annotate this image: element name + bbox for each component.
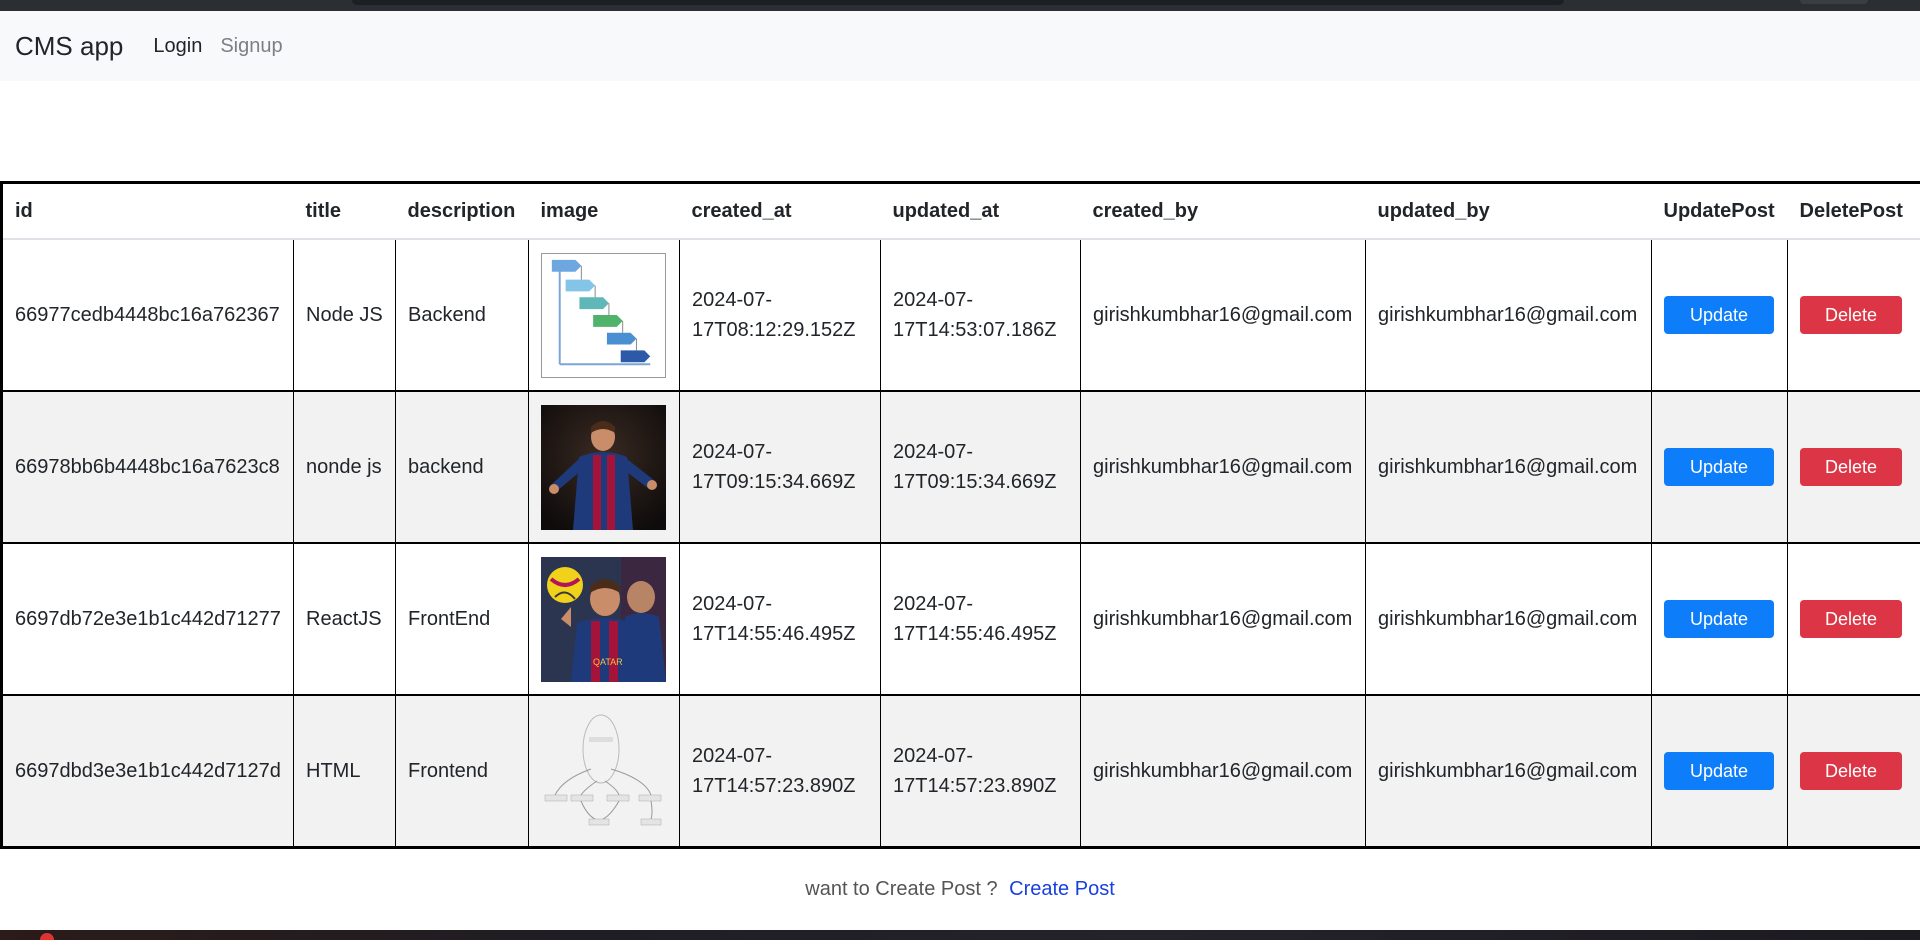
cell-created-at: 2024-07-17T14:57:23.890Z	[679, 694, 881, 848]
cell-updated-by: girishkumbhar16@gmail.com	[1365, 542, 1652, 695]
cell-delete-post: Delete	[1787, 238, 1920, 391]
cell-update-post: Update	[1651, 238, 1788, 391]
cell-update-post: Update	[1651, 694, 1788, 848]
cell-image	[528, 694, 680, 848]
football-player-with-ball-image: QATAR	[541, 556, 666, 682]
cell-created-by: girishkumbhar16@gmail.com	[1080, 390, 1366, 543]
update-button[interactable]: Update	[1664, 296, 1774, 334]
column-header-title: title	[293, 182, 396, 240]
cell-created-at: 2024-07-17T14:55:46.495Z	[679, 542, 881, 695]
tree-diagram-image	[541, 708, 666, 834]
cell-id: 66977cedb4448bc16a762367	[1, 238, 294, 391]
cell-description: FrontEnd	[395, 542, 529, 695]
cell-delete-post: Delete	[1787, 390, 1920, 543]
create-post-prompt: want to Create Post ? Create Post	[0, 878, 1920, 901]
delete-button[interactable]: Delete	[1800, 448, 1902, 486]
cell-updated-by: girishkumbhar16@gmail.com	[1365, 238, 1652, 391]
table-header-row: id title description image created_at up…	[1, 182, 1920, 240]
cell-updated-at: 2024-07-17T09:15:34.669Z	[880, 390, 1081, 543]
cell-title: HTML	[293, 694, 396, 848]
svg-text:QATAR: QATAR	[593, 657, 623, 667]
create-post-link[interactable]: Create Post	[1009, 878, 1115, 900]
cell-created-at: 2024-07-17T09:15:34.669Z	[679, 390, 881, 543]
cell-created-by: girishkumbhar16@gmail.com	[1080, 542, 1366, 695]
nav-login-link[interactable]: Login	[153, 35, 202, 58]
delete-button[interactable]: Delete	[1800, 296, 1902, 334]
cell-image	[528, 238, 680, 391]
cell-title: ReactJS	[293, 542, 396, 695]
update-button[interactable]: Update	[1664, 448, 1774, 486]
cell-updated-at: 2024-07-17T14:55:46.495Z	[880, 542, 1081, 695]
cell-delete-post: Delete	[1787, 542, 1920, 695]
column-header-created-at: created_at	[679, 182, 881, 240]
column-header-update-post: UpdatePost	[1651, 182, 1788, 240]
table-row: 66977cedb4448bc16a762367 Node JS Backend	[1, 238, 1920, 391]
table-row: 66978bb6b4448bc16a7623c8 nonde js backen…	[1, 390, 1920, 543]
taskbar-app-icon[interactable]	[40, 933, 54, 940]
posts-table: id title description image created_at up…	[0, 181, 1920, 849]
column-header-created-by: created_by	[1080, 182, 1366, 240]
column-header-updated-by: updated_by	[1365, 182, 1652, 240]
update-button[interactable]: Update	[1664, 752, 1774, 790]
cell-updated-by: girishkumbhar16@gmail.com	[1365, 694, 1652, 848]
nav-signup-link[interactable]: Signup	[220, 35, 282, 58]
cell-title: Node JS	[293, 238, 396, 391]
cell-created-by: girishkumbhar16@gmail.com	[1080, 238, 1366, 391]
cell-id: 6697dbd3e3e1b1c442d7127d	[1, 694, 294, 848]
cell-updated-at: 2024-07-17T14:53:07.186Z	[880, 238, 1081, 391]
cell-description: backend	[395, 390, 529, 543]
column-header-updated-at: updated_at	[880, 182, 1081, 240]
column-header-description: description	[395, 182, 529, 240]
update-button[interactable]: Update	[1664, 600, 1774, 638]
delete-button[interactable]: Delete	[1800, 752, 1902, 790]
taskbar	[0, 930, 1920, 940]
football-player-image	[541, 404, 666, 530]
cell-image: QATAR	[528, 542, 680, 695]
column-header-image: image	[528, 182, 680, 240]
cell-id: 6697db72e3e1b1c442d71277	[1, 542, 294, 695]
navbar: CMS app Login Signup	[0, 11, 1920, 81]
column-header-id: id	[1, 182, 294, 240]
table-row: 6697dbd3e3e1b1c442d7127d HTML Frontend 2…	[1, 694, 1920, 848]
cell-update-post: Update	[1651, 390, 1788, 543]
cell-updated-by: girishkumbhar16@gmail.com	[1365, 390, 1652, 543]
brand-link[interactable]: CMS app	[15, 31, 123, 62]
browser-control[interactable]	[1800, 0, 1868, 4]
waterfall-diagram-image	[541, 252, 666, 378]
create-post-question: want to Create Post ?	[805, 878, 998, 900]
cell-id: 66978bb6b4448bc16a7623c8	[1, 390, 294, 543]
cell-description: Frontend	[395, 694, 529, 848]
delete-button[interactable]: Delete	[1800, 600, 1902, 638]
cell-delete-post: Delete	[1787, 694, 1920, 848]
cell-updated-at: 2024-07-17T14:57:23.890Z	[880, 694, 1081, 848]
browser-top-bar	[0, 0, 1920, 11]
table-row: 6697db72e3e1b1c442d71277 ReactJS FrontEn…	[1, 542, 1920, 695]
column-header-delete-post: DeletePost	[1787, 182, 1920, 240]
cell-created-at: 2024-07-17T08:12:29.152Z	[679, 238, 881, 391]
cell-description: Backend	[395, 238, 529, 391]
cell-created-by: girishkumbhar16@gmail.com	[1080, 694, 1366, 848]
browser-address-bar[interactable]	[352, 0, 1564, 5]
cell-title: nonde js	[293, 390, 396, 543]
cell-update-post: Update	[1651, 542, 1788, 695]
cell-image	[528, 390, 680, 543]
